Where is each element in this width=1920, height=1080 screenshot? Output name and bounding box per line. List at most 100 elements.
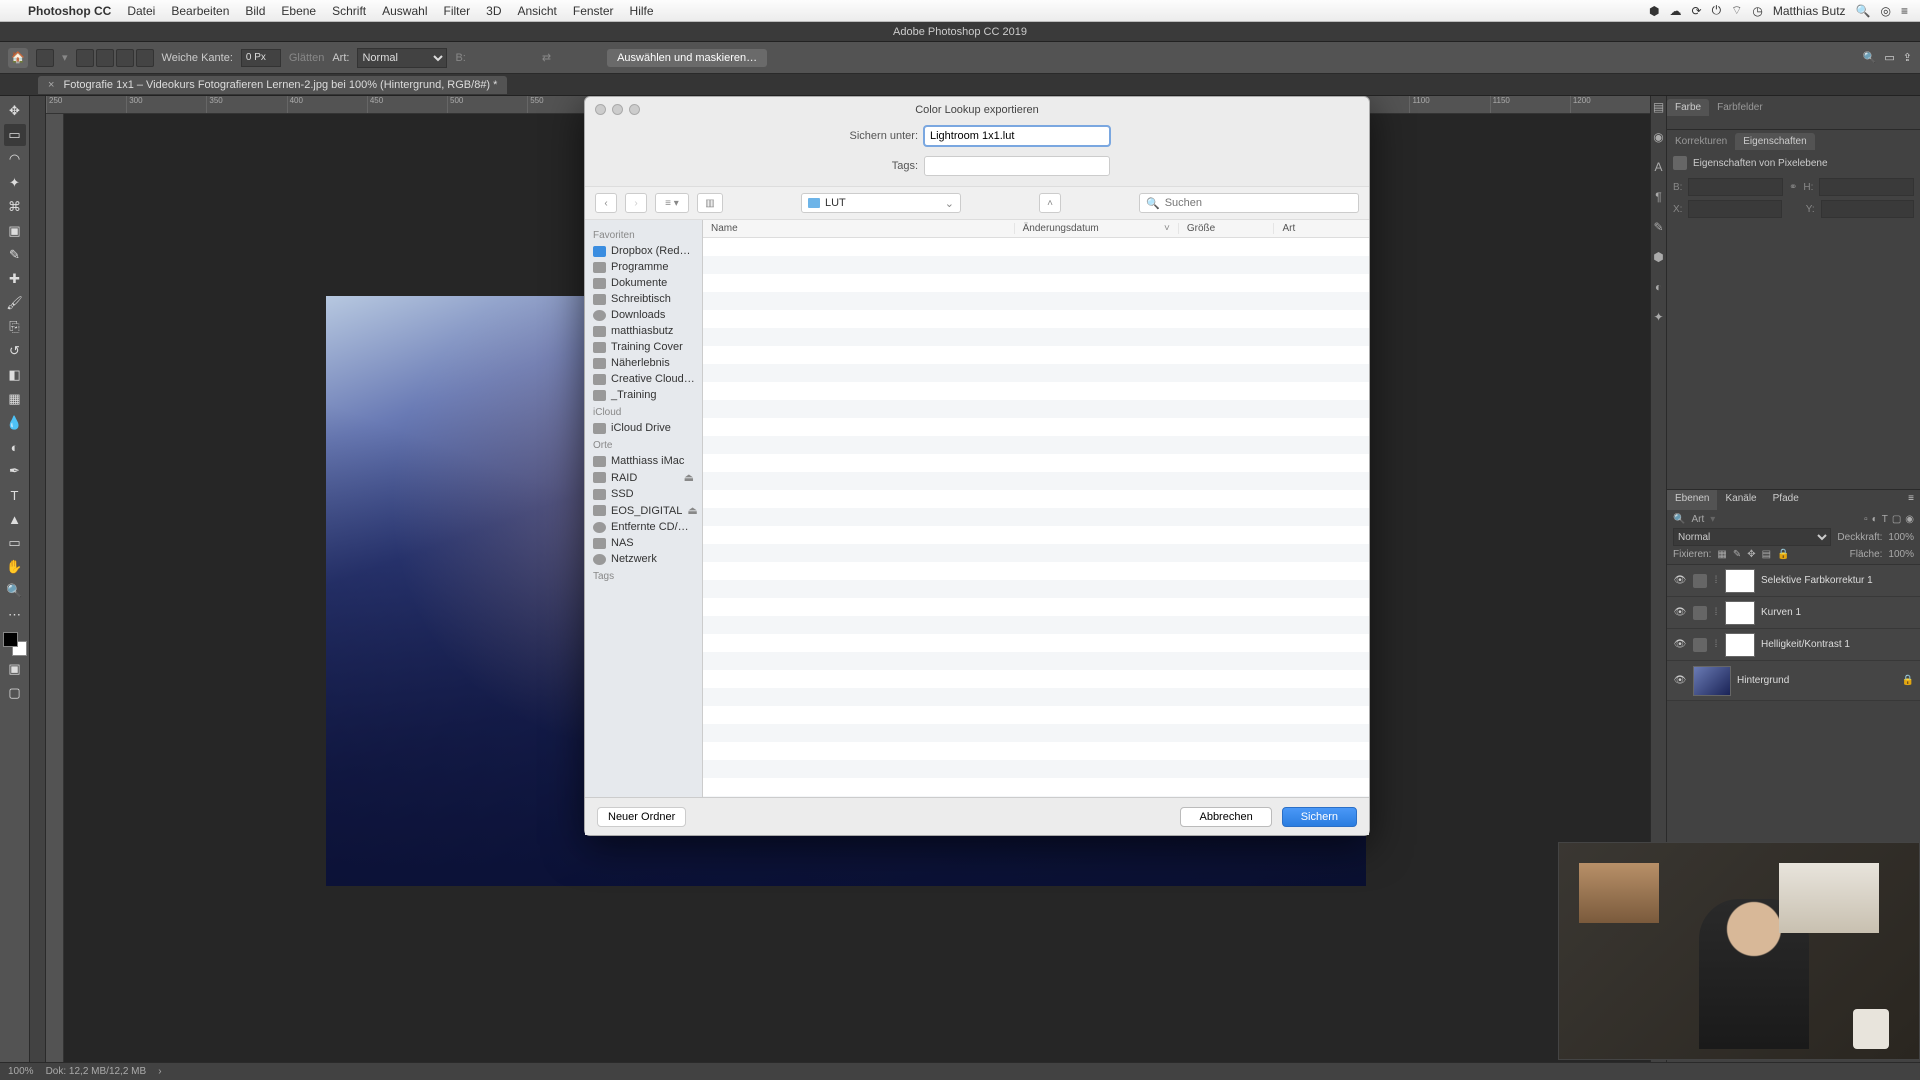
view-mode-button[interactable]: ≡ ▾: [655, 193, 689, 213]
search-icon[interactable]: 🔍: [1863, 51, 1877, 64]
link-icon[interactable]: ⁞: [1713, 639, 1719, 650]
eject-icon[interactable]: ⏏: [687, 504, 697, 517]
col-name[interactable]: Name: [703, 223, 1015, 234]
sidebar-item[interactable]: EOS_DIGITAL⏏: [585, 502, 702, 519]
blur-tool[interactable]: 💧: [4, 412, 26, 434]
expand-button[interactable]: ˄: [1039, 193, 1061, 213]
dodge-tool[interactable]: ◐: [4, 436, 26, 458]
layer-row[interactable]: 👁 ⁞ Kurven 1: [1667, 597, 1920, 629]
path-select-tool[interactable]: ▲: [4, 508, 26, 530]
group-button[interactable]: ▥: [697, 193, 723, 213]
filter-icon[interactable]: ◉: [1905, 514, 1914, 525]
save-button[interactable]: Sichern: [1282, 807, 1357, 827]
col-size[interactable]: Größe: [1179, 223, 1275, 234]
panel-icon[interactable]: ✦: [1653, 310, 1663, 324]
panel-icon[interactable]: ⬢: [1653, 250, 1663, 264]
y-field[interactable]: [1821, 200, 1914, 218]
heal-tool[interactable]: ✚: [4, 268, 26, 290]
workspace-icon[interactable]: ▭: [1884, 51, 1894, 64]
sidebar-item[interactable]: Training Cover: [585, 339, 702, 355]
sidebar-item[interactable]: Dropbox (Red…: [585, 243, 702, 259]
layer-name[interactable]: Hintergrund: [1737, 675, 1789, 686]
eject-icon[interactable]: ⏏: [684, 471, 694, 484]
layer-name[interactable]: Helligkeit/Kontrast 1: [1761, 639, 1850, 650]
tab-pfade[interactable]: Pfade: [1765, 490, 1807, 510]
art-select[interactable]: Normal: [357, 48, 447, 68]
sidebar-item[interactable]: Schreibtisch: [585, 291, 702, 307]
visibility-icon[interactable]: 👁: [1673, 607, 1687, 618]
sidebar-item[interactable]: Matthiass iMac: [585, 453, 702, 469]
tab-ebenen[interactable]: Ebenen: [1667, 490, 1717, 510]
search-input[interactable]: [1165, 197, 1352, 209]
filter-icon[interactable]: ▫: [1864, 514, 1868, 525]
quick-select-tool[interactable]: ✦: [4, 172, 26, 194]
search-icon[interactable]: 🔍: [1673, 514, 1685, 525]
nav-back-button[interactable]: ‹: [595, 193, 617, 213]
pen-tool[interactable]: ✒: [4, 460, 26, 482]
menu-fenster[interactable]: Fenster: [565, 4, 622, 18]
layer-row[interactable]: 👁 ⁞ Selektive Farbkorrektur 1: [1667, 565, 1920, 597]
layer-mask[interactable]: [1725, 633, 1755, 657]
quickmask-tool[interactable]: ▣: [4, 658, 26, 680]
selection-intersect[interactable]: [136, 49, 154, 67]
visibility-icon[interactable]: 👁: [1673, 639, 1687, 650]
clock-icon[interactable]: ◷: [1752, 4, 1762, 18]
nav-forward-button[interactable]: ›: [625, 193, 647, 213]
selection-subtract[interactable]: [116, 49, 134, 67]
siri-icon[interactable]: ◎: [1881, 4, 1891, 18]
menu-hilfe[interactable]: Hilfe: [622, 4, 662, 18]
lock-icon[interactable]: 🔒: [1902, 675, 1914, 686]
crop-tool[interactable]: ⌘: [4, 196, 26, 218]
shape-tool[interactable]: ▭: [4, 532, 26, 554]
panel-icon[interactable]: A: [1654, 160, 1662, 174]
link-icon[interactable]: ⁞: [1713, 607, 1719, 618]
layer-name[interactable]: Kurven 1: [1761, 607, 1801, 618]
marquee-tool[interactable]: ▭: [4, 124, 26, 146]
color-swatches[interactable]: [3, 632, 27, 656]
zoom-level[interactable]: 100%: [8, 1066, 34, 1077]
tool-preset[interactable]: [36, 49, 54, 67]
collapsed-panel-left[interactable]: [30, 96, 46, 1062]
eraser-tool[interactable]: ◧: [4, 364, 26, 386]
panel-icon[interactable]: ¶: [1655, 190, 1661, 204]
panel-icon[interactable]: ▤: [1653, 100, 1664, 114]
menu-filter[interactable]: Filter: [435, 4, 478, 18]
visibility-icon[interactable]: 👁: [1673, 675, 1687, 686]
height-field[interactable]: [1819, 178, 1914, 196]
select-and-mask-button[interactable]: Auswählen und maskieren…: [607, 49, 767, 67]
layer-mask[interactable]: [1725, 569, 1755, 593]
home-icon[interactable]: 🏠: [8, 48, 28, 68]
layer-thumb[interactable]: [1693, 666, 1731, 696]
layer-row[interactable]: 👁 Hintergrund 🔒: [1667, 661, 1920, 701]
lock-icon[interactable]: ▦: [1717, 549, 1726, 560]
col-kind[interactable]: Art: [1274, 223, 1369, 234]
frame-tool[interactable]: ▣: [4, 220, 26, 242]
type-tool[interactable]: T: [4, 484, 26, 506]
search-icon[interactable]: 🔍: [1856, 4, 1871, 18]
layer-mask[interactable]: [1725, 601, 1755, 625]
wifi-icon[interactable]: ⌔: [1731, 3, 1742, 18]
sidebar-item[interactable]: NAS: [585, 535, 702, 551]
location-select[interactable]: LUT ⌄: [801, 193, 961, 213]
status-icon[interactable]: ⏻: [1712, 3, 1722, 18]
sidebar-item[interactable]: Näherlebnis: [585, 355, 702, 371]
notifications-icon[interactable]: ≡: [1901, 4, 1908, 18]
cancel-button[interactable]: Abbrechen: [1180, 807, 1271, 827]
layer-name[interactable]: Selektive Farbkorrektur 1: [1761, 575, 1873, 586]
history-brush-tool[interactable]: ↺: [4, 340, 26, 362]
feather-input[interactable]: [241, 49, 281, 67]
search-box[interactable]: 🔍: [1139, 193, 1359, 213]
screenmode-tool[interactable]: ▢: [4, 682, 26, 704]
sidebar-item[interactable]: iCloud Drive: [585, 420, 702, 436]
lock-icon[interactable]: ✎: [1733, 549, 1741, 560]
menu-schrift[interactable]: Schrift: [324, 4, 374, 18]
sidebar-item[interactable]: Downloads: [585, 307, 702, 323]
sidebar-item[interactable]: Creative Cloud…: [585, 371, 702, 387]
tab-korrekturen[interactable]: Korrekturen: [1667, 133, 1735, 150]
file-rows[interactable]: [703, 238, 1369, 797]
status-icon[interactable]: ⟳: [1692, 4, 1702, 18]
menu-ansicht[interactable]: Ansicht: [510, 4, 565, 18]
visibility-icon[interactable]: 👁: [1673, 575, 1687, 586]
sidebar-item[interactable]: RAID⏏: [585, 469, 702, 486]
move-tool[interactable]: ✥: [4, 100, 26, 122]
